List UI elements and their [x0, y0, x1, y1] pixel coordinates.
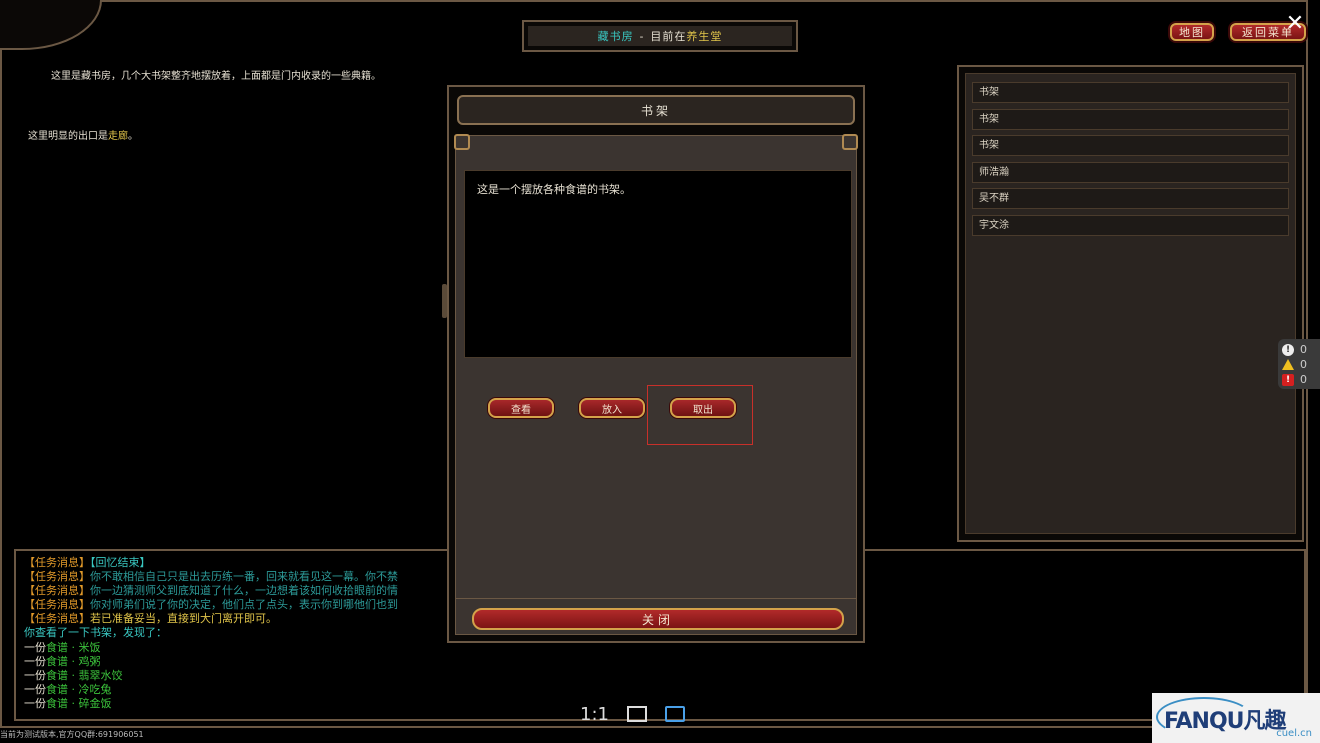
info-icon: !: [1282, 343, 1294, 356]
warning-icon: [1282, 359, 1294, 370]
log-line: 【任务消息】【回忆结束】: [24, 556, 452, 570]
put-in-button[interactable]: 放入: [579, 398, 645, 418]
log-found-item: 一份食谱 · 冷吃兔: [24, 683, 452, 697]
log-text: 你不敢相信自己只是出去历练一番，回来就看见这一幕。你不禁: [90, 570, 398, 584]
list-item-bookshelf-1[interactable]: 书架: [972, 82, 1289, 103]
log-line: 【任务消息】你对师弟们说了你的决定，他们点了点头，表示你到哪他们也到: [24, 598, 452, 612]
map-button[interactable]: 地图: [1170, 23, 1214, 41]
item-category: 食谱: [46, 640, 68, 654]
room-exits: 这里明显的出口是走廊。: [28, 127, 138, 142]
list-item-bookshelf-3[interactable]: 书架: [972, 135, 1289, 157]
version-footer: 当前为测试版本,官方QQ群:691906051: [0, 730, 144, 739]
take-out-button[interactable]: 取出: [670, 398, 736, 418]
dialog-close-button[interactable]: 关闭: [472, 608, 844, 630]
edit-image-icon[interactable]: [664, 706, 685, 722]
exit-suffix: 。: [128, 131, 138, 142]
log-found-item: 一份食谱 · 翡翠水饺: [24, 669, 452, 683]
view-button[interactable]: 查看: [488, 398, 554, 418]
list-item-npc-2[interactable]: 吴不群: [972, 188, 1289, 210]
item-name: 鸡粥: [78, 654, 101, 668]
item-prefix: 一份: [24, 654, 46, 668]
knot-ornament-icon: [842, 134, 858, 150]
log-found-item: 一份食谱 · 米饭: [24, 641, 452, 655]
room-description: 这里是藏书房，几个大书架整齐地摆放着，上面都是门内收录的一些典籍。: [51, 71, 381, 82]
log-found-line: 你查看了一下书架，发现了：: [24, 626, 167, 640]
item-name: 碎金饭: [78, 696, 112, 710]
list-item-npc-3[interactable]: 宇文涂: [972, 214, 1289, 236]
item-name: 米饭: [78, 640, 101, 654]
exit-prefix: 这里明显的出口是: [28, 131, 108, 142]
dialog-body: 这是一个摆放各种食谱的书架。 查看 放入 取出 关闭: [454, 134, 858, 635]
item-category: 食谱: [46, 654, 68, 668]
location-name: 藏书房: [597, 30, 634, 43]
alert-counter-widget[interactable]: ! 0 0 ! 0: [1278, 339, 1320, 389]
current-prefix: 目前在: [650, 30, 687, 43]
dialog-divider: [456, 598, 856, 599]
dialog-title: 书架: [457, 95, 855, 125]
item-name: 冷吃兔: [78, 682, 112, 696]
log-line: 【任务消息】你一边猜测师父到底知道了什么，一边想着该如何收拾眼前的情: [24, 584, 452, 598]
log-text: 若已准备妥当，直接到大门离开即可。: [90, 612, 277, 626]
log-tag: 【任务消息】: [24, 584, 90, 598]
exit-link-corridor[interactable]: 走廊: [108, 131, 128, 142]
knot-ornament-icon: [454, 134, 470, 150]
item-prefix: 一份: [24, 668, 46, 682]
watermark-domain: cuel.cn: [1276, 728, 1312, 739]
item-prefix: 一份: [24, 682, 46, 696]
actual-size-button[interactable]: 1:1: [580, 704, 609, 725]
watermark-brand: FANQU凡趣: [1164, 709, 1287, 734]
error-count: 0: [1300, 373, 1307, 386]
list-item-npc-1[interactable]: 师浩瀚: [972, 161, 1289, 183]
item-category: 食谱: [46, 682, 68, 696]
error-icon: !: [1282, 373, 1294, 386]
log-text: 你一边猜测师父到底知道了什么，一边想着该如何收拾眼前的情: [90, 584, 398, 598]
title-separator: -: [639, 29, 645, 43]
log-tag: 【任务消息】: [24, 598, 90, 612]
item-prefix: 一份: [24, 640, 46, 654]
info-count: 0: [1300, 343, 1307, 356]
watermark-logo: FANQU凡趣 cuel.cn: [1152, 693, 1320, 743]
bookshelf-dialog: 书架 这是一个摆放各种食谱的书架。 查看 放入 取出 关闭: [447, 85, 865, 643]
log-found-item: 一份食谱 · 碎金饭: [24, 697, 452, 711]
item-name: 翡翠水饺: [78, 668, 123, 682]
dialog-description: 这是一个摆放各种食谱的书架。: [464, 170, 852, 358]
log-found-item: 一份食谱 · 鸡粥: [24, 655, 452, 669]
log-text: 【回忆结束】: [90, 556, 151, 569]
room-object-list: 书架 书架 书架 师浩瀚 吴不群 宇文涂: [957, 65, 1304, 542]
log-tag: 【任务消息】: [24, 556, 90, 569]
log-tag: 【任务消息】: [24, 612, 90, 626]
log-tag: 【任务消息】: [24, 570, 90, 584]
image-viewer-toolbar: 1:1: [580, 700, 740, 728]
item-category: 食谱: [46, 668, 68, 682]
current-place: 养生堂: [686, 30, 723, 43]
close-icon[interactable]: ✕: [1283, 12, 1307, 36]
fit-screen-icon[interactable]: [626, 706, 647, 722]
warning-count: 0: [1300, 358, 1307, 371]
list-item-bookshelf-2[interactable]: 书架: [972, 108, 1289, 130]
log-line: 【任务消息】你不敢相信自己只是出去历练一番，回来就看见这一幕。你不禁: [24, 570, 452, 584]
location-title-bar: 藏书房 - 目前在 养生堂: [522, 20, 798, 52]
log-line: 【任务消息】若已准备妥当，直接到大门离开即可。: [24, 612, 452, 626]
item-prefix: 一份: [24, 696, 46, 710]
log-text: 你对师弟们说了你的决定，他们点了点头，表示你到哪他们也到: [90, 598, 398, 612]
item-category: 食谱: [46, 696, 68, 710]
